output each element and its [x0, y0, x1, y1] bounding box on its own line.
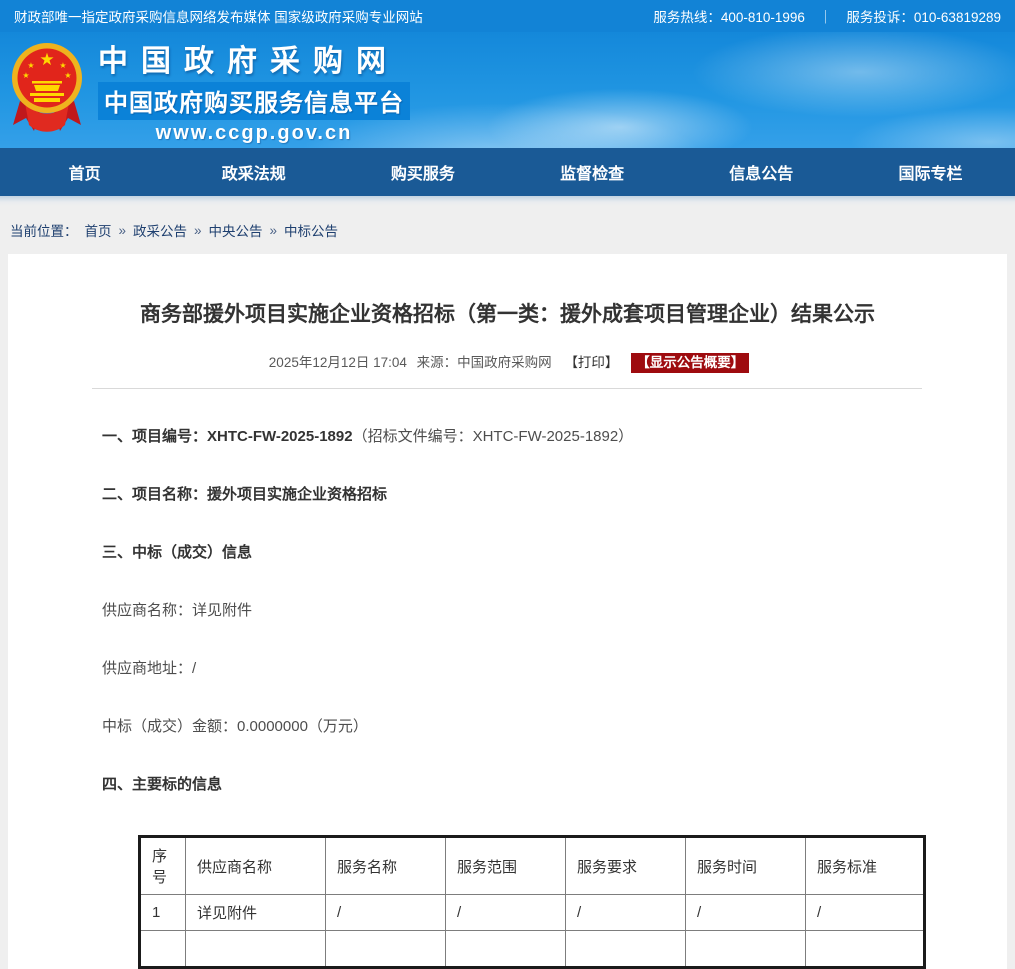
table-cell [566, 931, 686, 968]
paragraph-main-subject-heading: 四、主要标的信息 [102, 774, 914, 795]
bid-info-table: 序号 供应商名称 服务名称 服务范围 服务要求 服务时间 服务标准 1 详见附件… [138, 835, 926, 969]
topbar-slogan: 财政部唯一指定政府采购信息网络发布媒体 国家级政府采购专业网站 [14, 6, 423, 26]
svg-text:★: ★ [59, 61, 66, 70]
nav-item-home[interactable]: 首页 [0, 148, 169, 196]
site-subtitle-badge: 中国政府购买服务信息平台 [98, 82, 410, 120]
table-cell [326, 931, 446, 968]
svg-text:★: ★ [22, 71, 29, 80]
logo-text: 中国政府采购网 中国政府购买服务信息平台 www.ccgp.gov.cn [98, 36, 410, 145]
show-summary-button[interactable]: 【显示公告概要】 [631, 353, 749, 373]
breadcrumb-separator: » [270, 223, 278, 238]
column-header: 序号 [140, 837, 186, 895]
content-panel: 商务部援外项目实施企业资格招标（第一类：援外成套项目管理企业）结果公示 2025… [8, 254, 1007, 969]
paragraph-project-name: 二、项目名称：援外项目实施企业资格招标 [102, 484, 914, 505]
table-cell: 1 [140, 895, 186, 931]
article-meta: 2025年12月12日 17:04 来源：中国政府采购网 【打印】 【显示公告概… [8, 351, 1007, 371]
table-cell [686, 931, 806, 968]
table-cell: / [566, 895, 686, 931]
table-cell: 详见附件 [186, 895, 326, 931]
nav-item-purchase-services[interactable]: 购买服务 [338, 148, 507, 196]
table-cell: / [326, 895, 446, 931]
table-cell [446, 931, 566, 968]
main-nav: 首页 政采法规 购买服务 监督检查 信息公告 国际专栏 [0, 148, 1015, 196]
topbar-contacts: 服务热线：400-810-1996 ｜ 服务投诉：010-63819289 [653, 6, 1001, 26]
publish-datetime: 2025年12月12日 17:04 [269, 355, 407, 370]
svg-text:★: ★ [27, 61, 34, 70]
topbar-separator: ｜ [819, 6, 833, 26]
nav-item-supervision[interactable]: 监督检查 [508, 148, 677, 196]
breadcrumb-home[interactable]: 首页 [85, 220, 112, 240]
nav-item-regulations[interactable]: 政采法规 [169, 148, 338, 196]
column-header: 服务时间 [686, 837, 806, 895]
breadcrumb: 当前位置： 首页 » 政采公告 » 中央公告 » 中标公告 [0, 206, 1015, 254]
breadcrumb-label: 当前位置： [10, 220, 78, 240]
service-hotline: 服务热线：400-810-1996 [653, 6, 805, 26]
paragraph-award-info-heading: 三、中标（成交）信息 [102, 542, 914, 563]
table-header-row: 序号 供应商名称 服务名称 服务范围 服务要求 服务时间 服务标准 [140, 837, 925, 895]
site-header: ★ ★ ★ ★ ★ 中国政府采购网 中国政府购买服务信息平台 www.ccgp.… [0, 32, 1015, 148]
page-title: 商务部援外项目实施企业资格招标（第一类：援外成套项目管理企业）结果公示 [34, 300, 981, 330]
meta-divider [92, 388, 922, 389]
paragraph-supplier-name: 供应商名称：详见附件 [102, 600, 914, 621]
article-body: 一、项目编号：XHTC-FW-2025-1892（招标文件编号：XHTC-FW-… [8, 426, 1007, 969]
paragraph-supplier-address: 供应商地址：/ [102, 658, 914, 679]
column-header: 服务名称 [326, 837, 446, 895]
breadcrumb-separator: » [194, 223, 202, 238]
breadcrumb-award-announcements[interactable]: 中标公告 [284, 220, 338, 240]
paragraph-award-amount: 中标（成交）金额：0.0000000（万元） [102, 716, 914, 737]
paragraph-project-number: 一、项目编号：XHTC-FW-2025-1892（招标文件编号：XHTC-FW-… [102, 426, 914, 447]
site-subtitle: 中国政府购买服务信息平台 [104, 90, 404, 117]
column-header: 服务要求 [566, 837, 686, 895]
site-url: www.ccgp.gov.cn [98, 122, 410, 145]
svg-text:★: ★ [64, 71, 71, 80]
column-header: 服务范围 [446, 837, 566, 895]
table-cell [806, 931, 925, 968]
nav-shadow-strip [0, 196, 1015, 206]
column-header: 服务标准 [806, 837, 925, 895]
table-cell: / [806, 895, 925, 931]
topbar: 财政部唯一指定政府采购信息网络发布媒体 国家级政府采购专业网站 服务热线：400… [0, 0, 1015, 32]
national-emblem-logo: ★ ★ ★ ★ ★ [10, 41, 84, 144]
nav-item-international[interactable]: 国际专栏 [846, 148, 1015, 196]
table-cell: / [686, 895, 806, 931]
table-cell: / [446, 895, 566, 931]
column-header: 供应商名称 [186, 837, 326, 895]
print-button[interactable]: 【打印】 [564, 355, 618, 370]
table-row [140, 931, 925, 968]
table-cell [186, 931, 326, 968]
page: 财政部唯一指定政府采购信息网络发布媒体 国家级政府采购专业网站 服务热线：400… [0, 0, 1015, 930]
table-cell [140, 931, 186, 968]
article-source: 来源：中国政府采购网 [417, 355, 552, 370]
service-complaint: 服务投诉：010-63819289 [846, 6, 1001, 26]
table-row: 1 详见附件 / / / / / [140, 895, 925, 931]
breadcrumb-central-announcements[interactable]: 中央公告 [209, 220, 263, 240]
breadcrumb-separator: » [119, 223, 127, 238]
nav-item-announcements[interactable]: 信息公告 [677, 148, 846, 196]
breadcrumb-procurement-announcements[interactable]: 政采公告 [133, 220, 187, 240]
svg-text:★: ★ [39, 50, 54, 69]
site-name: 中国政府采购网 [98, 36, 410, 80]
